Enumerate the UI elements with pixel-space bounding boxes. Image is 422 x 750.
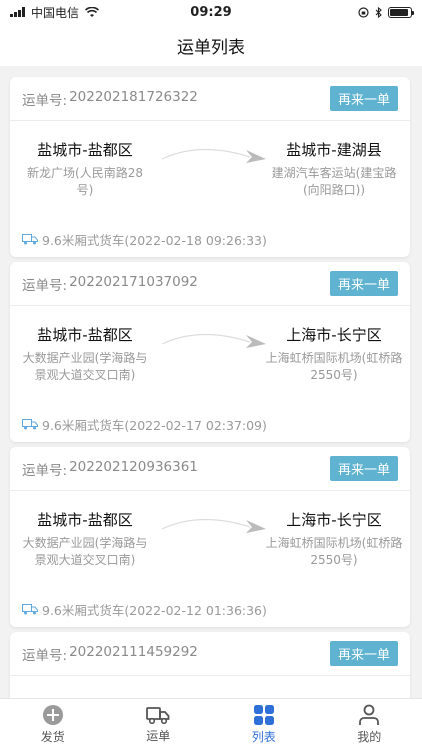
vehicle-info: 9.6米厢式货车(2022-02-18 09:26:33) — [42, 232, 267, 248]
status-bar: 中国电信 09:29 — [0, 0, 422, 24]
order-card[interactable]: 运单号: 202202111459292 再来一单 — [10, 632, 410, 698]
destination-address: 上海虹桥国际机场(虹桥路2550号) — [265, 351, 403, 382]
origin-address: 大数据产业园(学海路与景观大道交叉口南) — [22, 536, 148, 567]
battery-icon — [388, 6, 414, 18]
truck-icon — [22, 234, 38, 245]
tab-bar: 发货 运单 列表 我的 — [0, 698, 422, 750]
origin: 盐城市-盐都区 新龙广场(人民南路28号) — [20, 139, 150, 199]
tab-mine[interactable]: 我的 — [329, 704, 409, 745]
reorder-button[interactable]: 再来一单 — [329, 271, 398, 296]
truck-icon — [22, 604, 38, 615]
order-card-header: 运单号: 202202111459292 再来一单 — [10, 632, 410, 676]
signal-icon — [10, 7, 25, 17]
page-header: 运单列表 — [0, 24, 422, 66]
user-icon — [359, 704, 380, 725]
orientation-lock-icon — [358, 6, 369, 18]
order-route: 盐城市-盐都区 大数据产业园(学海路与景观大道交叉口南) 上海市-长宁区 上海虹… — [10, 306, 410, 406]
truck-icon — [22, 419, 38, 430]
wifi-icon — [85, 6, 100, 17]
destination-city: 上海市-长宁区 — [286, 326, 382, 344]
vehicle-info: 9.6米厢式货车(2022-02-12 01:36:36) — [42, 602, 267, 618]
order-card[interactable]: 运单号: 202202120936361 再来一单 盐城市-盐都区 大数据产业园… — [10, 447, 410, 627]
order-card-footer: 9.6米厢式货车(2022-02-18 09:26:33) — [10, 221, 410, 257]
tab-label: 发货 — [40, 730, 65, 744]
destination-address: 上海虹桥国际机场(虹桥路2550号) — [265, 536, 403, 567]
order-number: 202202171037092 — [69, 273, 198, 290]
bluetooth-icon — [375, 6, 382, 18]
order-number-label: 运单号: — [22, 277, 68, 294]
order-card-footer: 9.6米厢式货车(2022-02-17 02:37:09) — [10, 406, 410, 442]
destination: 盐城市-建湖县 建湖汽车客运站(建宝路(向阳路口)) — [264, 139, 404, 199]
tab-label: 我的 — [357, 730, 382, 744]
origin: 盐城市-盐都区 大数据产业园(学海路与景观大道交叉口南) — [20, 324, 150, 384]
order-number-label: 运单号: — [22, 462, 68, 479]
tab-waybill[interactable]: 运单 — [118, 705, 198, 744]
tab-label: 运单 — [146, 729, 171, 743]
order-number-label: 运单号: — [22, 92, 68, 109]
order-card-footer: 9.6米厢式货车(2022-02-12 01:36:36) — [10, 591, 410, 627]
origin-city: 盐城市-盐都区 — [37, 511, 133, 529]
tab-label: 列表 — [251, 730, 276, 744]
route-arrow-icon — [161, 333, 266, 348]
order-number: 202202120936361 — [69, 458, 198, 475]
order-number-label: 运单号: — [22, 647, 68, 664]
destination: 上海市-长宁区 上海虹桥国际机场(虹桥路2550号) — [264, 509, 404, 569]
carrier-name: 中国电信 — [31, 5, 80, 20]
reorder-button[interactable]: 再来一单 — [329, 86, 398, 111]
order-card[interactable]: 运单号: 202202181726322 再来一单 盐城市-盐都区 新龙广场(人… — [10, 77, 410, 257]
order-card-header: 运单号: 202202120936361 再来一单 — [10, 447, 410, 491]
page-title: 运单列表 — [177, 37, 245, 58]
reorder-button[interactable]: 再来一单 — [329, 641, 398, 666]
destination-city: 盐城市-建湖县 — [286, 141, 382, 159]
vehicle-info: 9.6米厢式货车(2022-02-17 02:37:09) — [42, 417, 267, 433]
origin-city: 盐城市-盐都区 — [37, 141, 133, 159]
reorder-button[interactable]: 再来一单 — [329, 456, 398, 481]
order-route: 盐城市-盐都区 大数据产业园(学海路与景观大道交叉口南) 上海市-长宁区 上海虹… — [10, 491, 410, 591]
order-list[interactable]: 运单号: 202202181726322 再来一单 盐城市-盐都区 新龙广场(人… — [0, 66, 422, 698]
order-card-header: 运单号: 202202181726322 再来一单 — [10, 77, 410, 121]
order-card-header: 运单号: 202202171037092 再来一单 — [10, 262, 410, 306]
tab-list[interactable]: 列表 — [224, 704, 304, 745]
route-arrow-icon — [161, 148, 266, 163]
truck-icon — [146, 707, 170, 725]
destination-city: 上海市-长宁区 — [286, 511, 382, 529]
order-number: 202202181726322 — [69, 88, 198, 105]
tab-ship[interactable]: 发货 — [13, 704, 93, 745]
destination-address: 建湖汽车客运站(建宝路(向阳路口)) — [271, 166, 397, 197]
status-time: 09:29 — [190, 4, 232, 20]
origin-city: 盐城市-盐都区 — [37, 326, 133, 344]
origin-address: 大数据产业园(学海路与景观大道交叉口南) — [22, 351, 148, 382]
order-number: 202202111459292 — [69, 643, 198, 660]
origin: 盐城市-盐都区 大数据产业园(学海路与景观大道交叉口南) — [20, 509, 150, 569]
order-card[interactable]: 运单号: 202202171037092 再来一单 盐城市-盐都区 大数据产业园… — [10, 262, 410, 442]
route-arrow-icon — [161, 518, 266, 533]
add-circle-icon — [42, 705, 63, 725]
order-route: 盐城市-盐都区 新龙广场(人民南路28号) 盐城市-建湖县 建湖汽车客运站(建宝… — [10, 121, 410, 221]
origin-address: 新龙广场(人民南路28号) — [27, 166, 143, 197]
destination: 上海市-长宁区 上海虹桥国际机场(虹桥路2550号) — [264, 324, 404, 384]
grid-icon — [253, 705, 274, 725]
